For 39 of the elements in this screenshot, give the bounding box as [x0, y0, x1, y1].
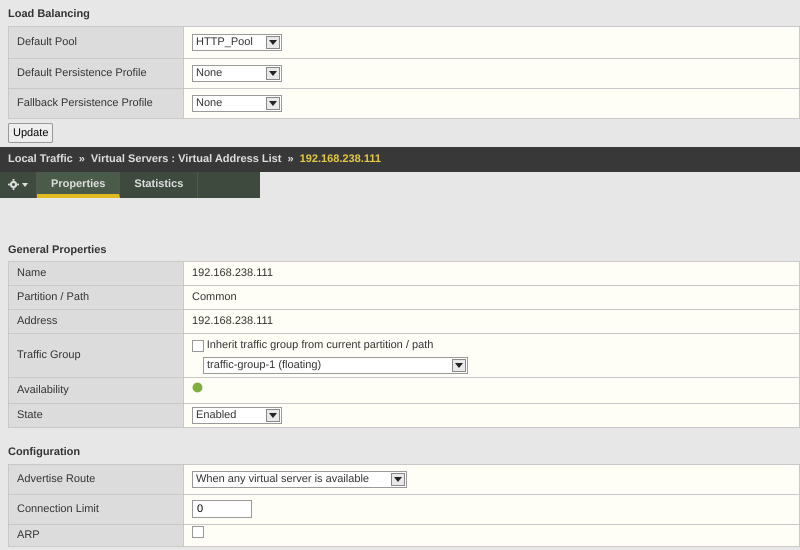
select-field[interactable]: When any virtual server is available	[192, 470, 407, 488]
checkbox-label: Inherit traffic group from current partition / path	[206, 338, 434, 354]
select-field[interactable]: None	[192, 94, 282, 112]
select-field[interactable]: HTTP_Pool	[192, 34, 282, 50]
breadcrumb-separator: »	[287, 152, 294, 167]
tab[interactable]: Properties	[37, 172, 120, 198]
field-label: Availability	[8, 378, 184, 404]
field-label: ARP	[8, 524, 184, 546]
checkbox[interactable]	[192, 340, 204, 352]
breadcrumb-separator: »	[78, 152, 85, 167]
select-field[interactable]: Enabled	[192, 407, 282, 424]
field-value: 192.168.238.111	[192, 315, 273, 328]
settings-icon	[8, 179, 19, 190]
section-title: Load Balancing	[7, 7, 91, 22]
field-label: Traffic Group	[8, 334, 184, 378]
checkbox[interactable]	[192, 526, 204, 538]
breadcrumb-item: 192.168.238.111	[300, 152, 381, 167]
field-label: Partition / Path	[8, 286, 184, 310]
field-value: 192.168.238.111	[192, 267, 273, 280]
breadcrumb-item[interactable]: Virtual Servers : Virtual Address List	[90, 151, 282, 168]
field-label: Default Persistence Profile	[8, 58, 184, 88]
field-label: State	[8, 404, 184, 428]
breadcrumb-item[interactable]: Local Traffic	[8, 151, 73, 168]
field-label: Advertise Route	[8, 464, 184, 494]
field-label: Default Pool	[8, 26, 184, 58]
status-available-icon	[192, 382, 203, 394]
field-label: Fallback Persistence Profile	[8, 88, 184, 118]
field-value: Common	[192, 291, 237, 304]
update-button[interactable]: Update	[8, 122, 54, 143]
section-title: General Properties	[7, 242, 108, 258]
tab[interactable]: Statistics	[120, 172, 198, 198]
section-title: Configuration	[7, 445, 82, 460]
input-field[interactable]: 0	[192, 500, 252, 518]
caret-icon	[22, 182, 28, 186]
select-field[interactable]: traffic-group-1 (floating)	[203, 356, 468, 374]
field-label: Address	[8, 310, 184, 334]
select-field[interactable]: None	[192, 64, 282, 82]
field-label: Name	[8, 262, 184, 286]
field-label: Connection Limit	[8, 494, 184, 524]
